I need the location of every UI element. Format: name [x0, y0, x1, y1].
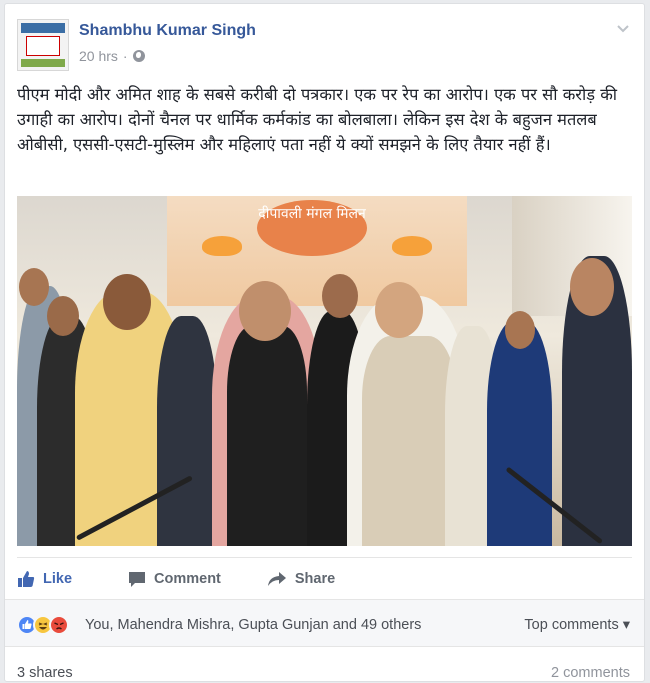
avatar-graphic-bottom	[21, 59, 65, 67]
like-button[interactable]: Like	[17, 570, 72, 588]
lamp-decoration	[202, 236, 242, 256]
shares-count[interactable]: 3 shares	[17, 665, 73, 681]
reactions-bar: You, Mahendra Mishra, Gupta Gunjan and 4…	[5, 599, 644, 647]
photo-person-head	[570, 258, 614, 316]
photo-person-head	[103, 274, 151, 330]
photo-person-head	[375, 282, 423, 338]
photo-person-head	[505, 311, 535, 349]
meta-separator: ·	[122, 48, 128, 64]
post-timestamp[interactable]: 20 hrs	[79, 48, 118, 64]
post-actions: Like Comment Share	[17, 564, 381, 594]
photo-person-head	[322, 274, 358, 318]
reaction-icons[interactable]	[17, 615, 69, 635]
comment-button[interactable]: Comment	[128, 571, 221, 588]
post-footer: 3 shares 2 comments	[5, 648, 644, 683]
chevron-down-icon[interactable]	[616, 22, 630, 36]
lamp-decoration	[392, 236, 432, 256]
avatar[interactable]	[17, 19, 69, 71]
author-name[interactable]: Shambhu Kumar Singh	[79, 22, 256, 40]
photo-person	[157, 316, 217, 546]
angry-icon	[49, 615, 69, 635]
divider	[17, 557, 632, 558]
photo-banner-text: दीपावली मंगल मिलन	[257, 200, 367, 256]
photo-person-head	[47, 296, 79, 336]
like-label: Like	[43, 571, 73, 587]
comments-count[interactable]: 2 comments	[551, 665, 630, 681]
photo-person-head	[239, 281, 291, 341]
post-photo[interactable]: दीपावली मंगल मिलन	[17, 196, 632, 546]
photo-person	[227, 326, 307, 546]
post-header: Shambhu Kumar Singh 20 hrs ·	[17, 16, 632, 74]
share-button[interactable]: Share	[267, 571, 335, 587]
avatar-graphic-middle	[26, 36, 60, 56]
comment-label: Comment	[154, 571, 221, 587]
avatar-graphic-top	[21, 23, 65, 33]
post-meta: 20 hrs ·	[79, 48, 145, 64]
thumbs-up-icon	[18, 571, 35, 587]
post-text: पीएम मोदी और अमित शाह के सबसे करीबी दो प…	[17, 85, 618, 154]
reactions-summary[interactable]: You, Mahendra Mishra, Gupta Gunjan and 4…	[85, 617, 421, 633]
comment-icon	[129, 571, 146, 587]
photo-person	[487, 321, 552, 546]
top-comments-dropdown[interactable]: Top comments ▾	[524, 617, 630, 633]
post-card: Shambhu Kumar Singh 20 hrs · पीएम मोदी औ…	[4, 3, 645, 682]
share-arrow-icon	[267, 572, 286, 586]
photo-person-head	[19, 268, 49, 306]
globe-icon[interactable]	[132, 50, 145, 62]
share-label: Share	[294, 571, 336, 587]
photo-person	[362, 336, 457, 546]
